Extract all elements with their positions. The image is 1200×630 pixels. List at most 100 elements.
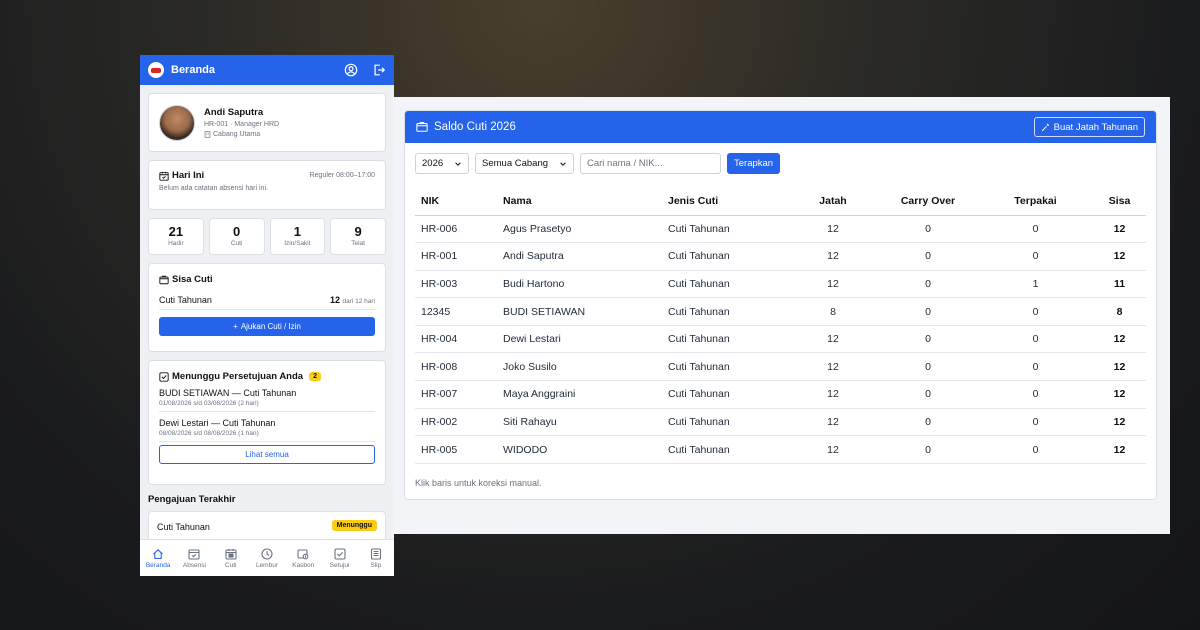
table-row[interactable]: HR-003 Budi Hartono Cuti Tahunan 12 0 1 11 <box>415 270 1146 299</box>
cell-carry-over: 0 <box>878 408 978 437</box>
nav-beranda[interactable]: Beranda <box>140 540 176 576</box>
table-row[interactable]: HR-008 Joko Susilo Cuti Tahunan 12 0 0 12 <box>415 352 1146 382</box>
branch-select[interactable]: Semua Cabang <box>475 153 574 174</box>
cell-nama: WIDODO <box>503 435 668 464</box>
cell-jenis-cuti: Cuti Tahunan <box>668 242 788 271</box>
nav-kasbon[interactable]: Kasbon <box>285 540 321 576</box>
cell-nama: Dewi Lestari <box>503 325 668 354</box>
column-header-carry-over: Carry Over <box>878 188 978 216</box>
cell-nik: HR-006 <box>415 215 503 244</box>
stat-value: 9 <box>354 224 362 239</box>
cell-nama: Budi Hartono <box>503 270 668 299</box>
check-square-icon <box>159 371 169 382</box>
stat-izin-sakit[interactable]: 1 Izin/Sakit <box>269 218 326 255</box>
nav-slip[interactable]: Slip <box>358 540 394 576</box>
stat-telat[interactable]: 9 Telat <box>330 218 386 255</box>
nav-setujui[interactable]: Setujui <box>321 540 357 576</box>
approval-count-badge: 2 <box>309 372 321 381</box>
cell-jenis-cuti: Cuti Tahunan <box>668 215 788 244</box>
approval-item-date: 08/08/2026 s/d 08/08/2026 (1 hari) <box>159 430 259 437</box>
table-row[interactable]: HR-005 WIDODO Cuti Tahunan 12 0 0 12 <box>415 435 1146 464</box>
nav-label: Kasbon <box>292 561 315 569</box>
logout-icon[interactable] <box>372 63 386 77</box>
nav-label: Absensi <box>182 561 206 569</box>
nav-lembur[interactable]: Lembur <box>249 540 285 576</box>
cell-jenis-cuti: Cuti Tahunan <box>668 380 788 409</box>
table-footer-note: Klik baris untuk koreksi manual. <box>415 477 542 488</box>
cell-nik: HR-005 <box>415 435 503 464</box>
cell-sisa: 12 <box>1093 242 1146 271</box>
cell-jenis-cuti: Cuti Tahunan <box>668 435 788 464</box>
cell-carry-over: 0 <box>878 380 978 409</box>
cell-jatah: 12 <box>788 270 878 299</box>
nav-absensi[interactable]: Absensi <box>176 540 212 576</box>
cell-sisa: 12 <box>1093 380 1146 409</box>
folder-icon <box>159 275 169 284</box>
request-leave-button[interactable]: + Ajukan Cuti / Izin <box>159 317 375 336</box>
user-profile-icon[interactable] <box>344 63 358 77</box>
cell-sisa: 12 <box>1093 215 1146 244</box>
cell-nik: HR-007 <box>415 380 503 409</box>
approval-item[interactable]: Dewi Lestari — Cuti Tahunan 08/08/2026 s… <box>159 412 375 442</box>
see-all-button[interactable]: Lihat semua <box>159 445 375 464</box>
today-card: Hari Ini Reguler 08:00–17:00 Belum ada c… <box>148 160 386 210</box>
table-header-row: NIK Nama Jenis Cuti Jatah Carry Over Ter… <box>415 188 1146 216</box>
cell-carry-over: 0 <box>878 435 978 464</box>
cell-sisa: 11 <box>1093 270 1146 299</box>
cell-sisa: 8 <box>1093 297 1146 326</box>
table-row[interactable]: HR-006 Agus Prasetyo Cuti Tahunan 12 0 0 12 <box>415 215 1146 244</box>
search-input[interactable]: Cari nama / NIK... <box>580 153 721 174</box>
attendance-stats: 21 Hadir 0 Cuti 1 Izin/Sakit 9 Telat <box>148 218 386 255</box>
create-annual-allocation-button[interactable]: Buat Jatah Tahunan <box>1033 117 1145 137</box>
cell-carry-over: 0 <box>878 325 978 354</box>
status-badge: Menunggu <box>331 520 377 531</box>
table-row[interactable]: HR-004 Dewi Lestari Cuti Tahunan 12 0 0 12 <box>415 325 1146 354</box>
leave-remaining-value: 12 <box>329 295 340 305</box>
cell-jenis-cuti: Cuti Tahunan <box>668 408 788 437</box>
cell-carry-over: 0 <box>878 215 978 244</box>
apply-button[interactable]: Terapkan <box>727 153 781 174</box>
column-header-nama: Nama <box>503 188 668 216</box>
bottom-nav: Beranda Absensi Cuti Lembur Kasbon Setuj… <box>140 539 394 576</box>
cell-terpakai: 0 <box>978 435 1093 464</box>
column-header-jenis-cuti: Jenis Cuti <box>668 188 788 216</box>
stat-hadir[interactable]: 21 Hadir <box>148 218 204 255</box>
chevron-down-icon <box>455 161 461 166</box>
check-square-icon <box>333 547 346 560</box>
avatar <box>159 104 195 141</box>
stat-label: Telat <box>351 240 365 247</box>
cell-terpakai: 0 <box>978 242 1093 271</box>
leave-balance-title-row: Sisa Cuti <box>159 274 375 285</box>
cell-jatah: 12 <box>788 352 878 382</box>
magic-wand-icon <box>1041 123 1049 131</box>
year-select[interactable]: 2026 <box>415 153 469 174</box>
recent-requests-title: Pengajuan Terakhir <box>148 494 236 505</box>
recent-request-type: Cuti Tahunan <box>157 522 210 532</box>
stat-label: Izin/Sakit <box>284 240 311 247</box>
nav-cuti[interactable]: Cuti <box>213 540 249 576</box>
leave-type: Cuti Tahunan <box>159 295 212 305</box>
stat-cuti[interactable]: 0 Cuti <box>208 218 265 255</box>
leave-balance-card: Sisa Cuti Cuti Tahunan 12 dari 12 hari +… <box>148 263 386 352</box>
cell-nik: 12345 <box>415 297 503 326</box>
table-row[interactable]: 12345 BUDI SETIAWAN Cuti Tahunan 8 0 0 8 <box>415 297 1146 326</box>
cell-terpakai: 0 <box>978 215 1093 244</box>
cell-jatah: 12 <box>788 435 878 464</box>
approval-title: Menunggu Persetujuan Anda <box>172 371 304 382</box>
table-row[interactable]: HR-002 Siti Rahayu Cuti Tahunan 12 0 0 12 <box>415 408 1146 437</box>
cell-jenis-cuti: Cuti Tahunan <box>668 325 788 354</box>
table-row[interactable]: HR-001 Andi Saputra Cuti Tahunan 12 0 0 12 <box>415 242 1146 271</box>
recent-request-item[interactable]: Cuti Tahunan Menunggu <box>148 511 386 541</box>
stat-value: 1 <box>293 224 301 239</box>
request-leave-label: Ajukan Cuti / Izin <box>240 322 301 331</box>
mobile-header-title: Beranda <box>171 64 216 76</box>
approval-item[interactable]: BUDI SETIAWAN — Cuti Tahunan 01/08/2026 … <box>159 382 375 412</box>
profile-subtitle: HR-001 · Manager HRD <box>204 121 280 128</box>
table-row[interactable]: HR-007 Maya Anggraini Cuti Tahunan 12 0 0 12 <box>415 380 1146 409</box>
table-card-title-row: Saldo Cuti 2026 <box>416 121 516 133</box>
nav-label: Lembur <box>255 561 278 569</box>
leave-remaining-suffix: dari 12 hari <box>342 298 375 305</box>
chevron-down-icon <box>560 161 566 166</box>
cell-sisa: 12 <box>1093 408 1146 437</box>
clock-icon <box>261 547 273 560</box>
